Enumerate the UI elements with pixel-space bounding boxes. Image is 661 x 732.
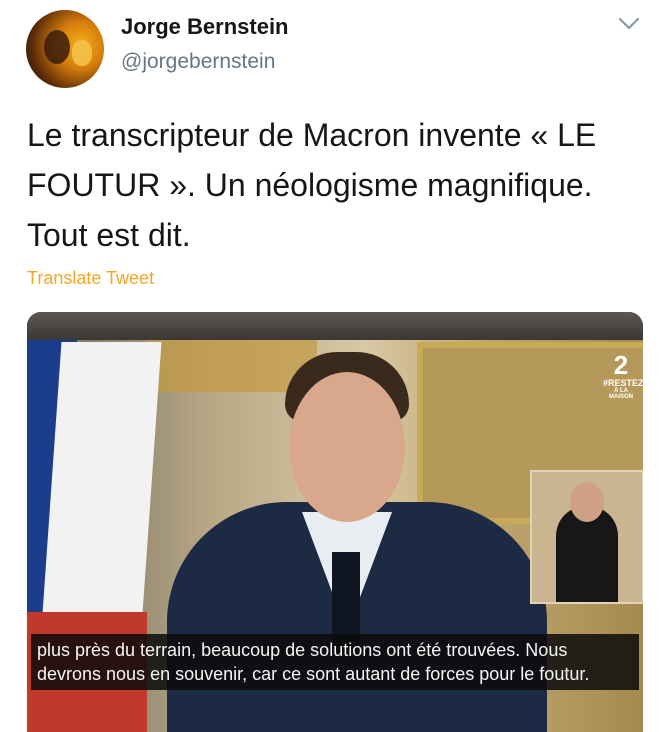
tweet-text: Le transcripteur de Macron invente « LE …	[27, 117, 597, 253]
tweet-media-image[interactable]: 2 #RESTEZ À LA MAISON plus près du terra…	[27, 312, 643, 732]
subtitle-line-2: devrons nous en souvenir, car ce sont au…	[37, 664, 590, 684]
signer-head	[570, 482, 604, 522]
chevron-down-icon[interactable]	[618, 16, 640, 32]
channel-logo: 2 #RESTEZ À LA MAISON	[603, 350, 643, 408]
french-flag-white	[40, 342, 162, 642]
speaker-head	[289, 372, 405, 522]
avatar[interactable]	[26, 10, 104, 88]
channel-number: 2	[613, 350, 629, 380]
avatar-face-shape	[44, 30, 70, 64]
tv-subtitles: plus près du terrain, beaucoup de soluti…	[31, 634, 639, 690]
sign-language-inset	[530, 470, 643, 604]
translate-tweet-link[interactable]: Translate Tweet	[27, 268, 154, 289]
channel-sub: À LA MAISON	[609, 388, 633, 400]
tv-bezel	[27, 312, 643, 340]
display-name[interactable]: Jorge Bernstein	[121, 14, 289, 40]
subtitle-line-1: plus près du terrain, beaucoup de soluti…	[37, 640, 568, 660]
user-handle[interactable]: @jorgebernstein	[121, 50, 275, 74]
avatar-hand-shape	[72, 40, 92, 66]
channel-tag: #RESTEZ	[603, 378, 643, 388]
